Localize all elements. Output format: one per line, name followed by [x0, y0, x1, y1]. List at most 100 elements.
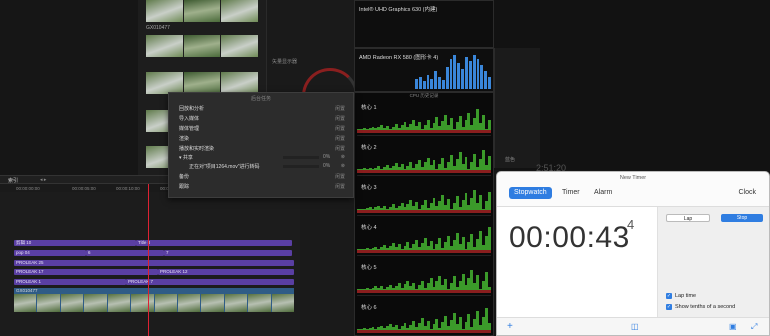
title-clip[interactable]: PROLEAK 1	[14, 279, 126, 285]
gpu-bar	[484, 71, 488, 89]
gpu-panel-amd: AMD Radeon RX 580 (图形卡 4)	[354, 48, 494, 92]
task-status: 闲置	[334, 126, 345, 132]
title-clip[interactable]: PROLEAK 12	[158, 269, 294, 275]
tab-stopwatch[interactable]: Stopwatch	[509, 187, 552, 199]
cpu-core-graph: 核心 6	[357, 300, 491, 336]
cancel-share-icon[interactable]: ⊗	[341, 154, 345, 160]
gpu-bar	[449, 59, 453, 89]
stopwatch-display: 00:00:43 4	[497, 207, 657, 319]
cpu-history-panel: CPU 历史记录 核心 1 核心 2 核心 3 核心 4 核心 5 核心 6	[354, 92, 494, 336]
timecode-tick: 00:00:10:00	[116, 186, 140, 191]
task-row[interactable]: 备份 闲置	[179, 173, 345, 181]
lap-time-checkbox[interactable]: ✓ Lap time	[666, 293, 696, 299]
gpu-bar	[480, 65, 484, 89]
gpu-bar	[453, 55, 457, 89]
title-clip[interactable]: Title 8	[136, 240, 292, 246]
cpu-core-graph: 核心 3	[357, 180, 491, 216]
task-label: 备份	[179, 174, 190, 180]
gpu-bar	[422, 81, 426, 89]
title-clip[interactable]: 剪辑 10	[14, 240, 136, 246]
window-icon[interactable]: ▣	[729, 322, 737, 331]
gpu-bar	[415, 79, 418, 89]
share-label: 共享	[182, 155, 193, 161]
index-button[interactable]: 索引	[8, 177, 18, 184]
share-row[interactable]: ▾ 共享 0% ⊗	[179, 154, 345, 162]
title-clip[interactable]: 7	[164, 250, 292, 256]
cpu-system-bar	[357, 130, 491, 133]
gpu-usage-graph	[415, 55, 491, 89]
task-label: 导入媒体	[179, 116, 200, 122]
disclosure-triangle-icon[interactable]: ▾	[179, 155, 182, 161]
cpu-system-bar	[357, 210, 491, 213]
tab-clock[interactable]: Clock	[733, 187, 761, 199]
share-item-row[interactable]: 正在对"项目1264.mov"进行转码 0% ⊗	[189, 163, 345, 171]
task-label: 跟踪	[179, 184, 190, 190]
gpu-bar	[441, 80, 445, 89]
checkmark-icon: ✓	[666, 293, 672, 299]
task-row[interactable]: 导入媒体 闲置	[179, 115, 345, 123]
gpu-bar	[472, 55, 476, 89]
title-clip[interactable]: PROLEAK 7	[126, 279, 294, 285]
cancel-item-icon[interactable]: ⊗	[341, 163, 345, 169]
cpu-core-graph: 核心 5	[357, 260, 491, 296]
add-icon[interactable]: +	[507, 321, 513, 332]
cpu-core-graph: 核心 2	[357, 140, 491, 176]
lap-button[interactable]: Lap	[666, 214, 710, 222]
timeline-empty-area	[300, 192, 354, 336]
tab-timer[interactable]: Timer	[557, 187, 585, 199]
clip-thumbnail[interactable]	[146, 72, 259, 94]
gpu-bar	[418, 77, 422, 89]
gpu-bar	[461, 69, 464, 89]
task-row[interactable]: 播放和实时渲染 闲置	[179, 145, 345, 153]
title-clip[interactable]: pop 04	[14, 250, 86, 256]
cpu-system-bar	[357, 330, 491, 333]
gpu-panel-intel: Intel® UHD Graphics 630 (内建)	[354, 0, 494, 48]
clip-name: GX010477	[146, 25, 170, 31]
cpu-system-bar	[357, 250, 491, 253]
popup-title: 后台任务	[250, 96, 271, 102]
cpu-system-bar	[357, 290, 491, 293]
task-status: 闲置	[334, 136, 345, 142]
task-status: 闲置	[334, 106, 345, 112]
tab-alarm[interactable]: Alarm	[589, 187, 617, 199]
video-clip-name: GX010477	[16, 288, 38, 293]
gpu-bar	[468, 61, 472, 89]
title-clip[interactable]: PROLEAK 17	[14, 269, 158, 275]
expand-icon[interactable]: ⤢	[751, 322, 757, 332]
video-clip[interactable]: GX010477	[14, 288, 295, 312]
checkbox-label: Lap time	[675, 293, 697, 299]
stopwatch-controls: Lap Stop ✓ Lap time ✓ Show tenths of a sec…	[657, 207, 769, 319]
window-title: New Timer	[619, 175, 647, 181]
task-label: 回放和分析	[179, 106, 205, 112]
share-percent: 0%	[323, 154, 331, 160]
share-progress-bar	[283, 156, 319, 159]
show-tenths-checkbox[interactable]: ✓ Show tenths of a second	[666, 304, 735, 310]
clip-thumbnail[interactable]	[146, 0, 259, 22]
timeline-nav-icon[interactable]: ◂ ▸	[40, 177, 46, 183]
clip-thumbnail[interactable]	[146, 35, 259, 57]
task-row[interactable]: 媒体管理 闲置	[179, 125, 345, 133]
title-clip[interactable]: PROLEAK 25	[14, 260, 294, 266]
task-row[interactable]: 回放和分析 闲置	[179, 105, 345, 113]
timecode-tick: 00:00:00:00	[16, 186, 40, 191]
gpu-bar	[445, 67, 449, 89]
task-row[interactable]: 渲染 闲置	[179, 135, 345, 143]
gpu-bar	[434, 71, 438, 89]
gpu-bar	[464, 57, 468, 89]
color-label: 蓝色	[505, 157, 516, 163]
task-status: 闲置	[334, 174, 345, 180]
book-icon[interactable]: ◫	[631, 322, 639, 331]
checkmark-icon: ✓	[666, 304, 672, 310]
playhead[interactable]	[148, 184, 149, 336]
task-row[interactable]: 跟踪 闲置	[179, 183, 345, 191]
title-clip[interactable]: 6	[86, 250, 164, 256]
timer-tabs: Stopwatch Timer Alarm Clock	[497, 183, 769, 207]
cpu-core-graph: 核心 1	[357, 100, 491, 136]
stop-button[interactable]: Stop	[721, 214, 763, 222]
viewer-label: 矢量显示器	[272, 59, 298, 65]
task-status: 闲置	[334, 146, 345, 152]
cpu-system-bar	[357, 170, 491, 173]
task-label: 媒体管理	[179, 126, 200, 132]
share-item-progress-bar	[283, 165, 319, 168]
timeline-area[interactable]: 剪辑 10 Title 8 pop 04 6 7 PROLEAK 25 PROL…	[0, 192, 300, 336]
